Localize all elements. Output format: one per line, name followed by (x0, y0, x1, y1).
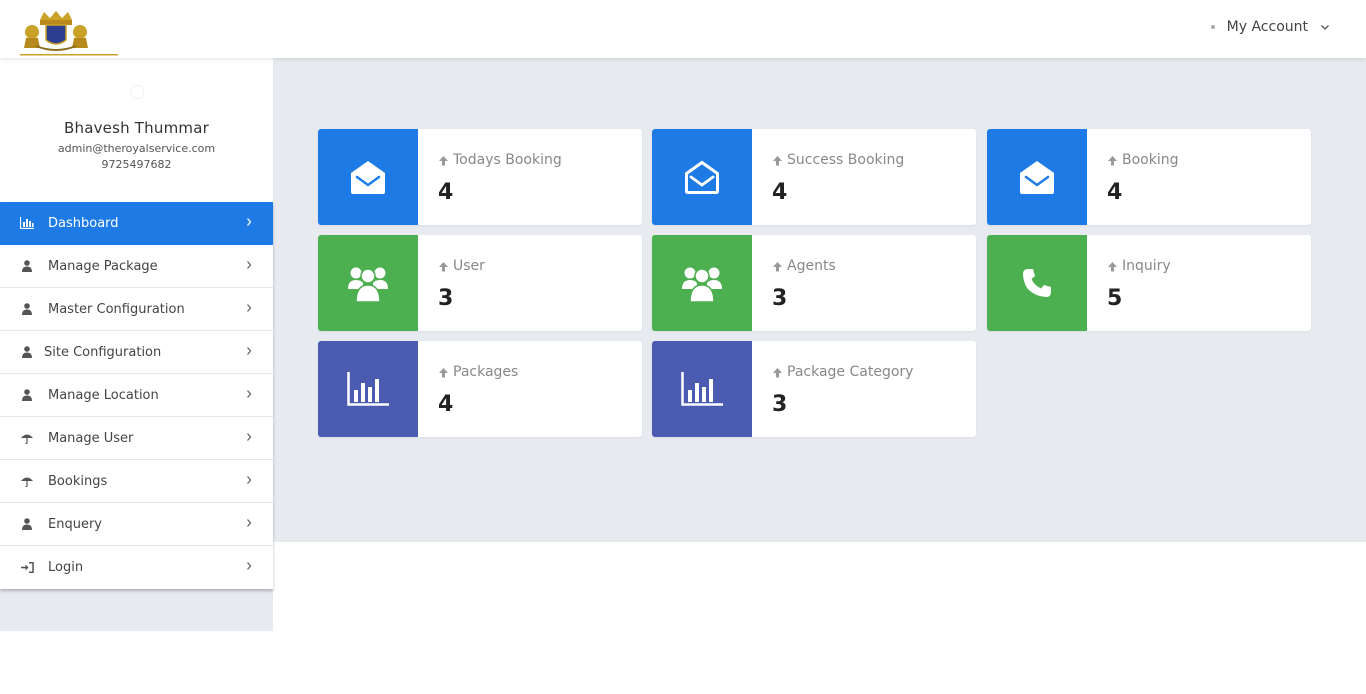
card-label: Todays Booking (438, 152, 562, 168)
arrow-up-icon (1108, 155, 1117, 165)
stat-card-packages[interactable]: Packages 4 (318, 341, 642, 437)
envelope-open-icon (1020, 161, 1054, 194)
card-label: Success Booking (772, 152, 904, 168)
arrow-up-icon (773, 155, 782, 165)
stat-card-booking[interactable]: Booking 4 (987, 129, 1311, 225)
sidebar-item-master-configuration[interactable]: Master Configuration (0, 288, 273, 331)
top-bar: My Account (0, 0, 1366, 58)
sidebar-item-label: Master Configuration (48, 301, 185, 317)
chevron-right-icon (247, 519, 252, 527)
card-value: 4 (438, 180, 454, 205)
user-icon (20, 302, 34, 316)
sidebar-item-label: Manage User (48, 430, 134, 446)
card-icon-box (987, 235, 1087, 331)
arrow-up-icon (439, 155, 448, 165)
arrow-up-icon (773, 261, 782, 271)
user-icon (20, 388, 34, 402)
sidebar-item-enquery[interactable]: Enquery (0, 503, 273, 546)
profile-name: Bhavesh Thummar (64, 119, 209, 137)
umbrella-icon (20, 474, 34, 488)
bar-chart-icon (20, 216, 34, 230)
card-icon-box (652, 341, 752, 437)
card-value: 3 (438, 286, 454, 311)
chevron-down-icon (1321, 25, 1329, 30)
users-icon (682, 267, 722, 302)
chevron-right-icon (247, 390, 252, 398)
card-label: Booking (1107, 152, 1179, 168)
sidebar-item-label: Enquery (48, 516, 102, 532)
sidebar-item-manage-user[interactable]: Manage User (0, 417, 273, 460)
sidebar-item-label: Bookings (48, 473, 108, 489)
user-icon (20, 517, 34, 531)
site-logo[interactable] (18, 10, 120, 58)
chevron-right-icon (247, 347, 252, 355)
chevron-right-icon (247, 562, 252, 570)
stat-card-user[interactable]: User 3 (318, 235, 642, 331)
status-dot (1210, 25, 1215, 29)
envelope-open-icon (351, 161, 385, 194)
sidebar-item-label: Manage Package (48, 258, 158, 274)
chevron-right-icon (247, 261, 252, 269)
chevron-right-icon (247, 476, 252, 484)
phone-icon (1023, 269, 1051, 297)
card-value: 4 (772, 180, 788, 205)
card-icon-box (318, 129, 418, 225)
users-icon (348, 267, 388, 302)
my-account-menu[interactable]: My Account (1210, 19, 1330, 35)
arrow-up-icon (1108, 261, 1117, 271)
sidebar-item-bookings[interactable]: Bookings (0, 460, 273, 503)
card-value: 3 (772, 392, 788, 417)
card-label: Inquiry (1107, 258, 1171, 274)
sidebar-menu: Dashboard Manage Package Master Configur… (0, 202, 273, 589)
umbrella-icon (20, 431, 34, 445)
card-value: 4 (1107, 180, 1123, 205)
card-icon-box (652, 129, 752, 225)
bar-chart-icon (681, 372, 723, 406)
stat-card-agents[interactable]: Agents 3 (652, 235, 976, 331)
chevron-right-icon (247, 218, 252, 226)
card-icon-box (318, 341, 418, 437)
chevron-right-icon (247, 433, 252, 441)
profile-phone: 9725497682 (101, 158, 172, 171)
sidebar-item-dashboard[interactable]: Dashboard (0, 202, 273, 245)
card-value: 5 (1107, 286, 1123, 311)
sidebar-item-label: Manage Location (48, 387, 159, 403)
user-icon (20, 259, 34, 273)
card-icon-box (987, 129, 1087, 225)
arrow-up-icon (439, 367, 448, 377)
envelope-open-outline-icon (685, 160, 719, 194)
avatar (129, 85, 144, 99)
card-label: User (438, 258, 485, 274)
card-value: 3 (772, 286, 788, 311)
card-label: Packages (438, 364, 518, 380)
bar-chart-icon (347, 372, 389, 406)
my-account-label: My Account (1226, 19, 1308, 35)
sidebar-item-label: Login (48, 560, 84, 575)
card-value: 4 (438, 392, 454, 417)
card-icon-box (652, 235, 752, 331)
sign-in-icon (20, 561, 34, 575)
arrow-up-icon (773, 367, 782, 377)
user-profile: Bhavesh Thummar admin@theroyalservice.co… (0, 58, 273, 202)
sidebar-item-manage-location[interactable]: Manage Location (0, 374, 273, 417)
stat-card-inquiry[interactable]: Inquiry 5 (987, 235, 1311, 331)
arrow-up-icon (439, 261, 448, 271)
card-icon-box (318, 235, 418, 331)
stat-card-package-category[interactable]: Package Category 3 (652, 341, 976, 437)
sidebar-item-login[interactable]: Login (0, 546, 273, 589)
sidebar-item-manage-package[interactable]: Manage Package (0, 245, 273, 288)
sidebar-item-label: Site Configuration (44, 344, 162, 360)
chevron-right-icon (247, 304, 252, 312)
card-label: Package Category (772, 364, 913, 380)
card-label: Agents (772, 258, 836, 274)
sidebar-item-label: Dashboard (48, 215, 119, 231)
stat-card-success-booking[interactable]: Success Booking 4 (652, 129, 976, 225)
user-icon (20, 345, 34, 359)
sidebar-item-site-configuration[interactable]: Site Configuration (0, 331, 273, 374)
stat-card-todays-booking[interactable]: Todays Booking 4 (318, 129, 642, 225)
profile-email: admin@theroyalservice.com (57, 142, 216, 155)
sidebar: Bhavesh Thummar admin@theroyalservice.co… (0, 58, 273, 631)
